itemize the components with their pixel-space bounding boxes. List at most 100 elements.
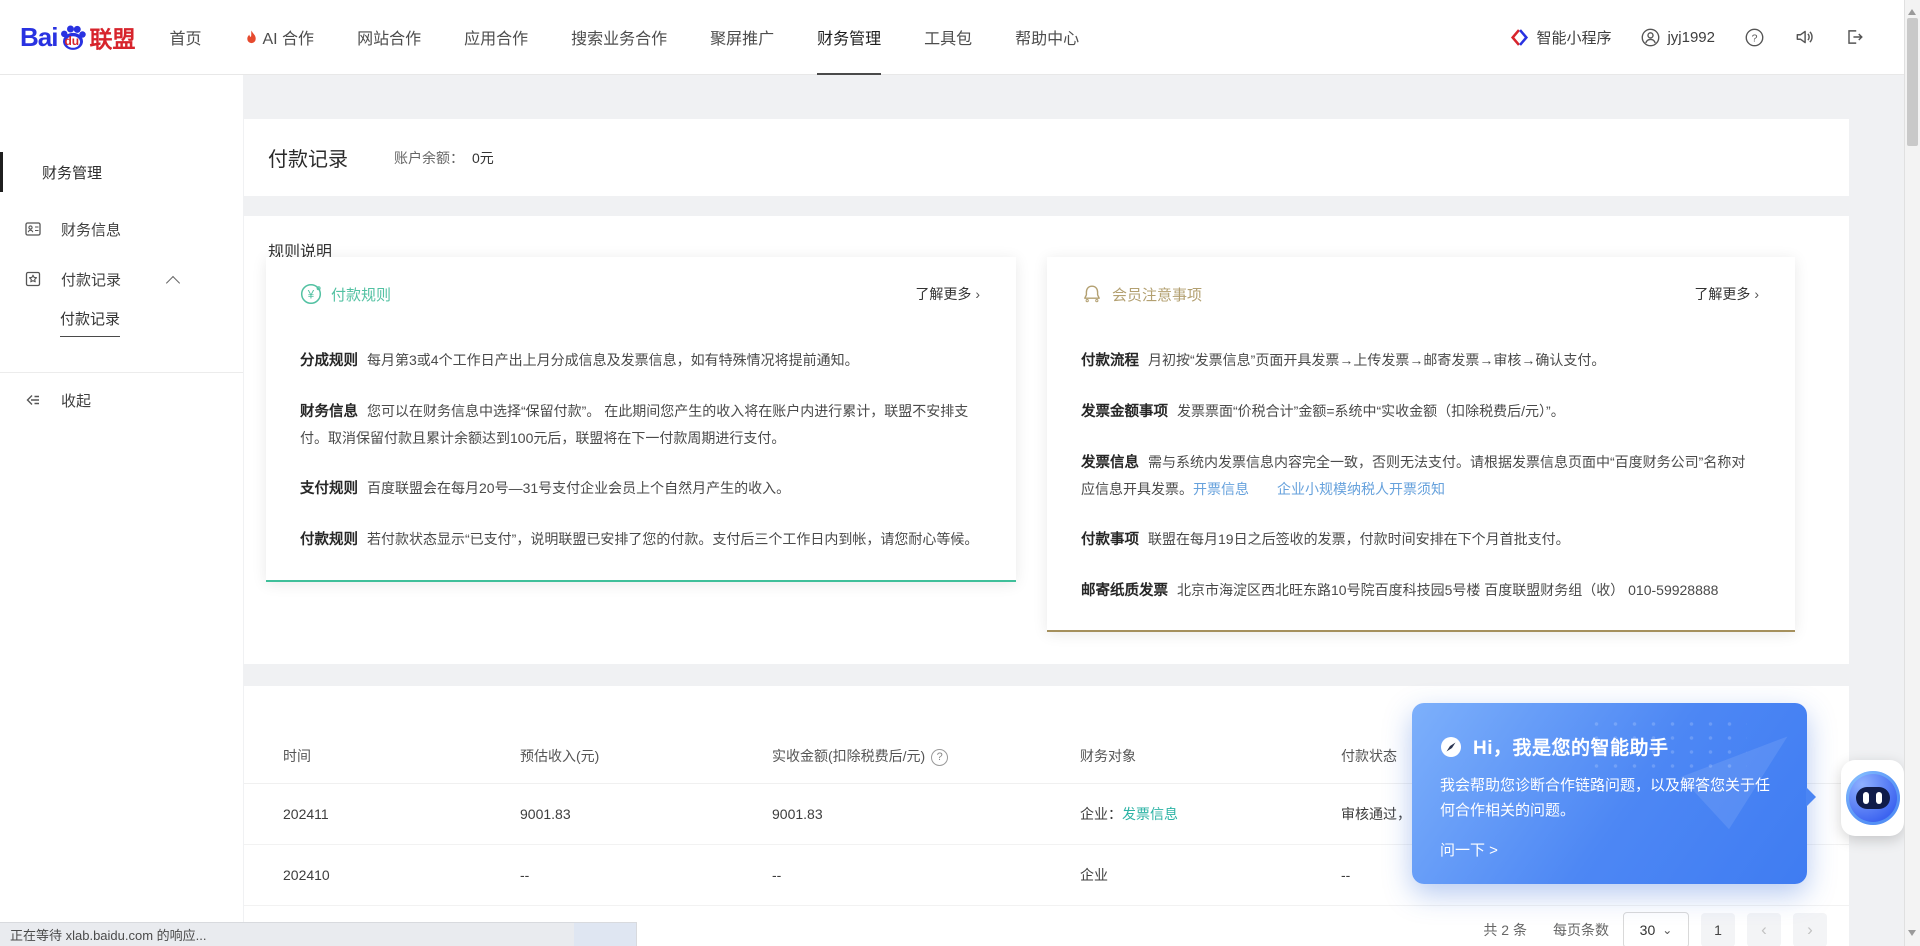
nav-item-3[interactable]: 应用合作 <box>464 0 528 75</box>
nav-item-8[interactable]: 帮助中心 <box>1015 0 1079 75</box>
baidu-paw-icon: du <box>58 22 88 52</box>
rule-card-0: ¥付款规则了解更多›分成规则每月第3或4个工作日产出上月分成信息及发票信息，如有… <box>266 257 1016 582</box>
assistant-title: Hi，我是您的智能助手 <box>1473 733 1669 760</box>
per-page-select[interactable]: 30 ⌄ <box>1623 912 1689 946</box>
total-count-label: 共 2 条 <box>1483 920 1527 940</box>
learn-more-link[interactable]: 了解更多› <box>1694 284 1759 304</box>
user-account[interactable]: jyj1992 <box>1641 28 1715 47</box>
rule-paragraph: 邮寄纸质发票北京市海淀区西北旺东路10号院百度科技园5号楼 百度联盟财务组（收）… <box>1081 577 1759 604</box>
chevron-right-icon: › <box>1754 286 1759 302</box>
rule-paragraph-label: 财务信息 <box>300 404 358 420</box>
nav-item-0[interactable]: 首页 <box>169 0 201 75</box>
rule-card-body: 付款流程月初按“发票信息”页面开具发票→上传发票→邮寄发票→审核→确认支付。发票… <box>1081 347 1759 604</box>
nav-item-label: 财务管理 <box>817 25 881 49</box>
baidu-union-logo[interactable]: Bai du 联盟 <box>20 20 135 54</box>
per-page-value: 30 <box>1640 922 1656 938</box>
rule-paragraph-label: 付款流程 <box>1081 353 1139 369</box>
sidebar-item-label: 付款记录 <box>61 269 121 290</box>
table-column-label: 财务对象 <box>1080 748 1136 764</box>
robot-icon <box>1846 771 1900 825</box>
status-text: 正在等待 xlab.baidu.com 的响应... <box>10 925 207 944</box>
table-column-header-1: 预估收入(元) <box>520 746 772 766</box>
payment-record-icon <box>24 270 42 288</box>
rule-paragraph-label: 付款规则 <box>300 532 358 548</box>
table-column-label: 时间 <box>283 748 311 764</box>
nav-item-label: AI 合作 <box>262 25 314 49</box>
assistant-robot-button[interactable] <box>1841 760 1904 836</box>
rule-card-header: 会员注意事项了解更多› <box>1081 283 1759 305</box>
coin-icon: ¥ <box>300 283 322 305</box>
rule-paragraph: 发票金额事项发票票面“价税合计”金额=系统中“实收金额（扣除税费后/元）”。 <box>1081 398 1759 425</box>
rule-paragraph: 付款事项联盟在每月19日之后签收的发票，付款时间安排在下个月首批支付。 <box>1081 526 1759 553</box>
cell-estimated-income: -- <box>520 867 772 883</box>
table-column-header-0: 时间 <box>283 746 520 766</box>
baidu-union-finance-page: Bai du 联盟 首页AI 合作网站合作应用合作搜索业务合作聚屏推广财务管理工… <box>0 0 1920 946</box>
rule-paragraph: 发票信息需与系统内发票信息内容完全一致，否则无法支付。请根据发票信息页面中“百度… <box>1081 449 1759 502</box>
rule-paragraph-text: 您可以在财务信息中选择“保留付款”。 在此期间您产生的收入将在账户内进行累计，联… <box>300 403 968 446</box>
rule-inline-link[interactable]: 企业小规模纳税人开票须知 <box>1277 481 1445 497</box>
nav-item-6[interactable]: 财务管理 <box>817 0 881 75</box>
topbar-right: 智能小程序 jyj1992 ? <box>1480 27 1864 48</box>
sidebar-item-0[interactable]: 财务信息 <box>0 204 243 254</box>
announcement-button[interactable] <box>1794 27 1814 47</box>
sidebar-section-finance[interactable]: 财务管理 <box>0 152 243 192</box>
table-column-label: 实收金额(扣除税费后/元) <box>772 748 925 764</box>
scroll-up-arrow-icon[interactable] <box>1908 5 1916 15</box>
invoice-info-link[interactable]: 发票信息 <box>1122 806 1178 822</box>
sidebar-subitem-0[interactable]: 付款记录 <box>0 304 243 340</box>
help-button[interactable]: ? <box>1745 28 1764 47</box>
current-page-button[interactable]: 1 <box>1701 913 1735 946</box>
sidebar-collapse-button[interactable]: 收起 <box>0 375 243 425</box>
rule-paragraph-label: 发票金额事项 <box>1081 404 1168 420</box>
username-label: jyj1992 <box>1667 29 1715 46</box>
rule-paragraph-text: 北京市海淀区西北旺东路10号院百度科技园5号楼 百度联盟财务组（收） 010-5… <box>1177 582 1718 598</box>
rule-paragraph: 财务信息您可以在财务信息中选择“保留付款”。 在此期间您产生的收入将在账户内进行… <box>300 398 980 451</box>
rule-inline-link[interactable]: 开票信息 <box>1193 481 1249 497</box>
assistant-ask-link[interactable]: 问一下 > <box>1412 823 1807 860</box>
nav-item-7[interactable]: 工具包 <box>924 0 972 75</box>
balance-value: 0元 <box>472 148 494 168</box>
logout-button[interactable] <box>1844 27 1864 47</box>
scroll-down-arrow-icon[interactable] <box>1908 930 1916 940</box>
rules-section-card: 规则说明 ¥付款规则了解更多›分成规则每月第3或4个工作日产出上月分成信息及发票… <box>244 216 1849 664</box>
cell-received-amount: 9001.83 <box>772 806 1080 822</box>
rule-paragraph-label: 分成规则 <box>300 353 358 369</box>
rule-paragraph-label: 邮寄纸质发票 <box>1081 583 1168 599</box>
rule-paragraph-text: 每月第3或4个工作日产出上月分成信息及发票信息，如有特殊情况将提前通知。 <box>367 352 859 368</box>
per-page-label: 每页条数 <box>1553 920 1609 940</box>
collapse-icon <box>24 391 42 409</box>
miniprogram-label: 智能小程序 <box>1536 27 1611 48</box>
svg-text:¥: ¥ <box>307 289 315 301</box>
prev-page-button[interactable]: ‹ <box>1747 913 1781 946</box>
sidebar-item-1[interactable]: 付款记录 <box>0 254 243 304</box>
cell-time: 202410 <box>283 867 520 883</box>
cell-finance-target: 企业：发票信息 <box>1080 804 1341 824</box>
nav-item-2[interactable]: 网站合作 <box>357 0 421 75</box>
vertical-scrollbar[interactable] <box>1904 0 1920 946</box>
logo-bai-text: Bai <box>20 22 57 53</box>
learn-more-link[interactable]: 了解更多› <box>915 284 980 304</box>
nav-item-label: 工具包 <box>924 25 972 49</box>
bell-icon <box>1081 283 1103 305</box>
nav-item-label: 聚屏推广 <box>710 25 774 49</box>
nav-item-5[interactable]: 聚屏推广 <box>710 0 774 75</box>
cell-estimated-income: 9001.83 <box>520 806 772 822</box>
scrollbar-thumb[interactable] <box>1907 18 1918 146</box>
help-icon[interactable]: ? <box>931 749 948 766</box>
nav-item-4[interactable]: 搜索业务合作 <box>571 0 667 75</box>
nav-item-1[interactable]: AI 合作 <box>244 0 314 75</box>
sidebar-item-label: 财务信息 <box>61 219 121 240</box>
miniprogram-icon <box>1510 28 1529 47</box>
finance-target-text: 企业 <box>1080 867 1108 883</box>
next-page-button[interactable]: › <box>1793 913 1827 946</box>
miniprogram-entry[interactable]: 智能小程序 <box>1510 27 1611 48</box>
top-nav-bar: Bai du 联盟 首页 AI 合作 网站合作 应用合作 搜索业务合作 聚屏推广 财务管理 工… <box>0 0 1904 75</box>
table-column-label: 预估收入(元) <box>520 748 599 764</box>
chevron-up-icon <box>166 276 180 290</box>
nav-item-label: 网站合作 <box>357 25 421 49</box>
rule-card-header: ¥付款规则了解更多› <box>300 283 980 305</box>
assistant-popup: Hi，我是您的智能助手 ✕ 我会帮助您诊断合作链路问题，以及解答您关于任何合作相… <box>1412 703 1807 884</box>
rule-paragraph: 分成规则每月第3或4个工作日产出上月分成信息及发票信息，如有特殊情况将提前通知。 <box>300 347 980 374</box>
assistant-header: Hi，我是您的智能助手 ✕ <box>1412 703 1807 760</box>
nav-item-label: 搜索业务合作 <box>571 25 667 49</box>
